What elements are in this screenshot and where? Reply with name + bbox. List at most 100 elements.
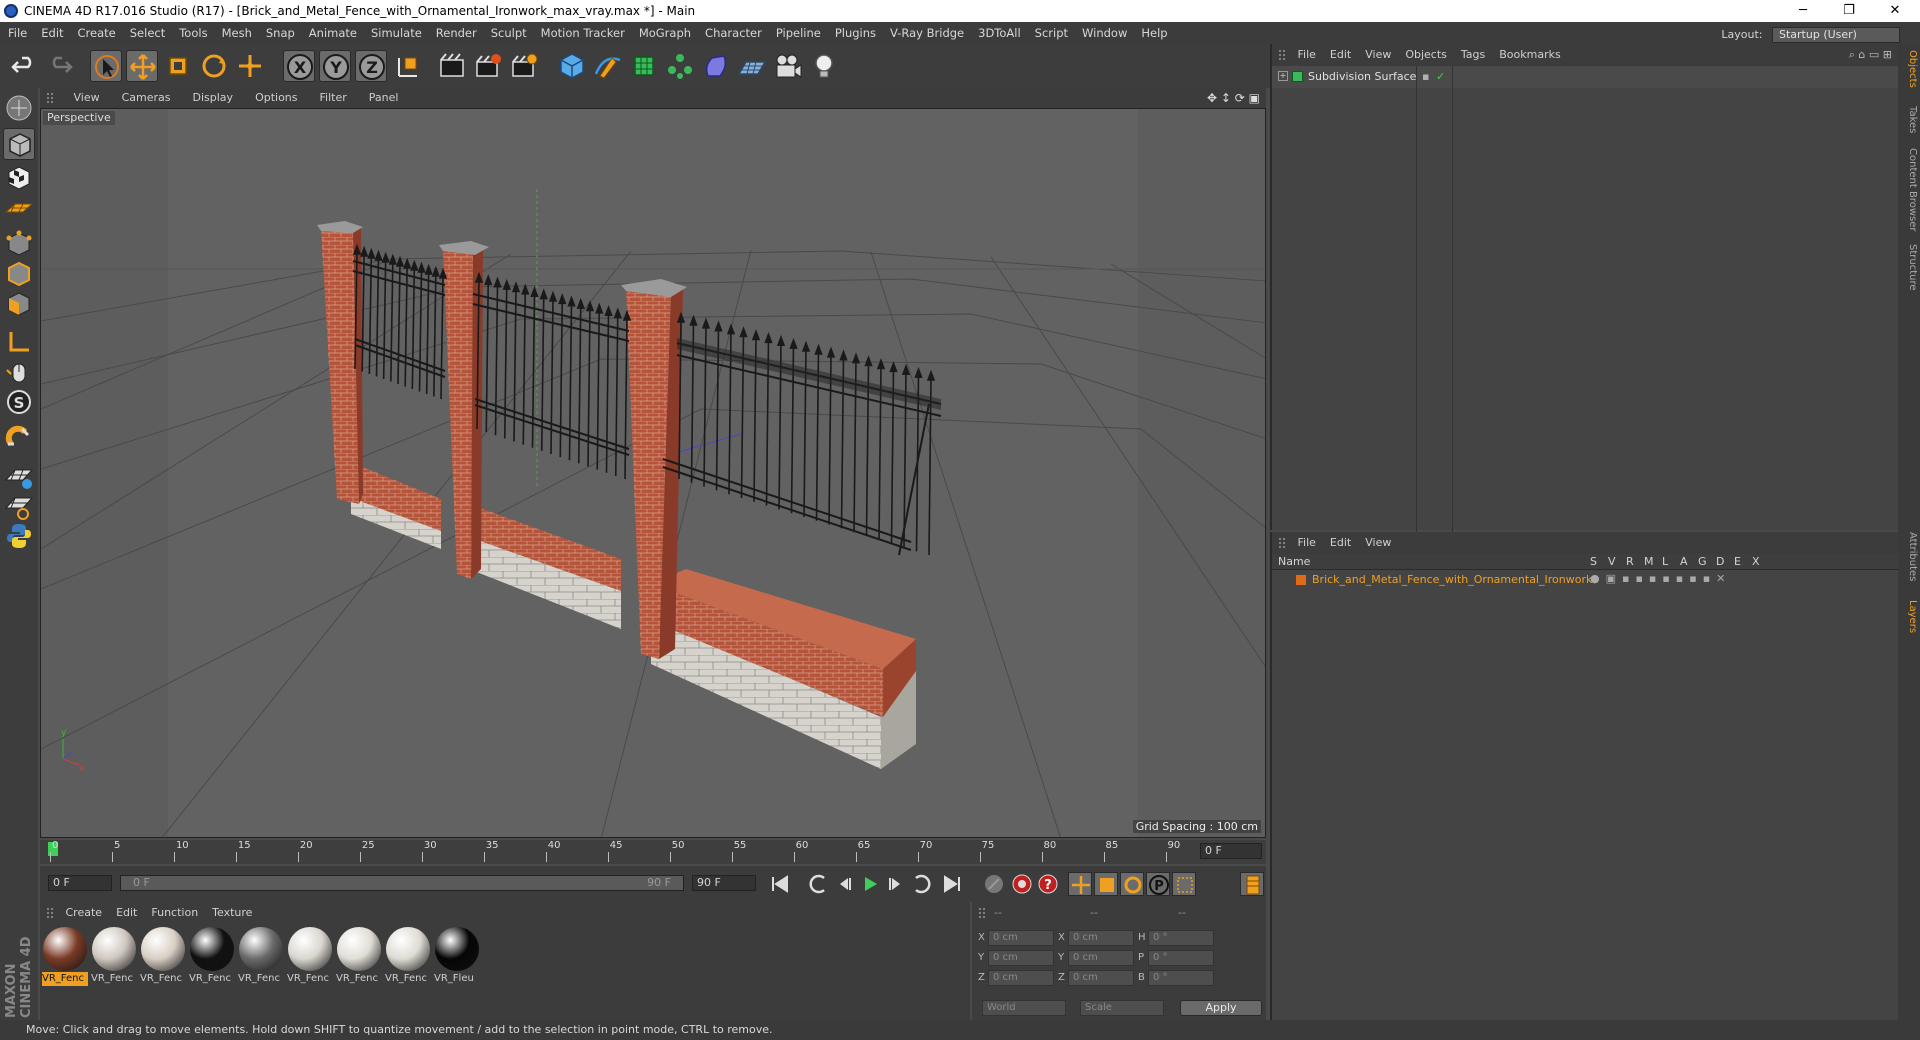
end-frame-field[interactable]: 90 F xyxy=(692,875,756,891)
layer-col-s[interactable]: S xyxy=(1590,555,1597,568)
play-icon[interactable] xyxy=(858,872,882,896)
snap-icon[interactable]: S xyxy=(3,386,35,418)
objects-menu-edit[interactable]: Edit xyxy=(1330,48,1351,61)
objects-menu-file[interactable]: File xyxy=(1298,48,1316,61)
go-to-start-icon[interactable] xyxy=(768,872,792,896)
frame-range-slider[interactable]: 0 F 90 F xyxy=(120,875,684,891)
material-menu-function[interactable]: Function xyxy=(151,906,198,919)
floor-icon[interactable] xyxy=(736,50,768,82)
record-keys-icon[interactable] xyxy=(982,872,1006,896)
layer-name[interactable]: Brick_and_Metal_Fence_with_Ornamental_Ir… xyxy=(1312,573,1592,586)
z-axis-icon[interactable]: Z xyxy=(355,50,387,82)
layer-col-l[interactable]: L xyxy=(1662,555,1668,568)
scale-icon[interactable] xyxy=(162,50,194,82)
keyframe-selection-icon[interactable]: ? xyxy=(1036,872,1060,896)
objects-menu-view[interactable]: View xyxy=(1365,48,1391,61)
material-swatch[interactable]: VR_Fenc xyxy=(238,926,284,986)
material-swatch[interactable]: VR_Fenc xyxy=(385,926,431,986)
layer-col-v[interactable]: V xyxy=(1608,555,1616,568)
menu-edit[interactable]: Edit xyxy=(41,26,63,40)
make-editable-icon[interactable] xyxy=(3,92,35,124)
select-icon[interactable] xyxy=(90,50,122,82)
current-frame-field[interactable]: 0 F xyxy=(1200,843,1262,859)
apply-button[interactable]: Apply xyxy=(1180,1000,1262,1016)
coord-value-field[interactable]: 0 cm xyxy=(988,950,1054,966)
timeline-window-icon[interactable] xyxy=(1240,872,1264,896)
viewport-navigation-icons[interactable]: ✥ ↕ ⟳ ▣ xyxy=(1207,88,1260,108)
model-mode-icon[interactable] xyxy=(3,128,35,160)
start-frame-field[interactable]: 0 F xyxy=(48,875,112,891)
viewport-menu-panel[interactable]: Panel xyxy=(369,91,399,104)
world-dropdown[interactable]: World xyxy=(982,1000,1066,1016)
edit-render-settings-icon[interactable] xyxy=(508,50,540,82)
objects-menu-tags[interactable]: Tags xyxy=(1461,48,1485,61)
material-preview-ball[interactable] xyxy=(141,927,185,971)
undo-icon[interactable] xyxy=(8,50,40,82)
layer-col-m[interactable]: M xyxy=(1644,555,1654,568)
menu-simulate[interactable]: Simulate xyxy=(371,26,422,40)
menu-help[interactable]: Help xyxy=(1141,26,1167,40)
menu-mograph[interactable]: MoGraph xyxy=(639,26,691,40)
coord-value-field[interactable]: 0 cm xyxy=(988,930,1054,946)
edges-mode-icon[interactable] xyxy=(3,258,35,290)
layer-col-e[interactable]: E xyxy=(1734,555,1741,568)
tab-content-browser[interactable]: Content Browser xyxy=(1900,148,1918,231)
previous-key-icon[interactable] xyxy=(806,872,830,896)
material-swatch[interactable]: VR_Fenc xyxy=(189,926,235,986)
objects-menu-bookmarks[interactable]: Bookmarks xyxy=(1499,48,1560,61)
locked-workplane-icon[interactable] xyxy=(3,490,35,522)
menu-mesh[interactable]: Mesh xyxy=(222,26,252,40)
menu-tools[interactable]: Tools xyxy=(179,26,207,40)
coord-value-field[interactable]: 0 cm xyxy=(988,970,1054,986)
texture-mode-icon[interactable] xyxy=(3,162,35,194)
layers-menu-edit[interactable]: Edit xyxy=(1330,536,1351,549)
cube-icon[interactable] xyxy=(556,50,588,82)
menu-create[interactable]: Create xyxy=(78,26,116,40)
menu-pipeline[interactable]: Pipeline xyxy=(776,26,821,40)
coord-value-field[interactable]: 0 cm xyxy=(1068,970,1134,986)
objects-menu-objects[interactable]: Objects xyxy=(1405,48,1447,61)
python-icon[interactable] xyxy=(3,520,35,552)
layer-color-swatch[interactable] xyxy=(1296,575,1306,585)
camera-icon[interactable] xyxy=(772,50,804,82)
key-point-level-icon[interactable] xyxy=(1172,872,1196,896)
render-view-icon[interactable] xyxy=(436,50,468,82)
viewport-menu-filter[interactable]: Filter xyxy=(320,91,347,104)
coordinate-system-icon[interactable] xyxy=(393,50,425,82)
menu-render[interactable]: Render xyxy=(436,26,477,40)
layers-menu-view[interactable]: View xyxy=(1365,536,1391,549)
menu-select[interactable]: Select xyxy=(130,26,165,40)
viewport-menu-options[interactable]: Options xyxy=(255,91,297,104)
material-menu-texture[interactable]: Texture xyxy=(212,906,252,919)
menu-script[interactable]: Script xyxy=(1035,26,1068,40)
key-parameter-icon[interactable]: P xyxy=(1146,872,1170,896)
menu-vray-bridge[interactable]: V-Ray Bridge xyxy=(890,26,964,40)
coord-value-field[interactable]: 0 ° xyxy=(1148,930,1214,946)
layer-flags[interactable]: ●▣▪▪▪▪▪▪▪✕ xyxy=(1590,572,1731,585)
material-swatch[interactable]: VR_Fenc xyxy=(91,926,137,986)
viewport-menu-cameras[interactable]: Cameras xyxy=(122,91,171,104)
material-swatch[interactable]: VR_Fenc xyxy=(336,926,382,986)
menu-file[interactable]: File xyxy=(8,26,27,40)
tweak-mode-icon[interactable] xyxy=(3,356,35,388)
menu-character[interactable]: Character xyxy=(705,26,762,40)
tab-attributes[interactable]: Attributes xyxy=(1900,532,1918,581)
object-manager-tool-icons[interactable]: ⌕ ⌂ ▭ ⊞ xyxy=(1849,44,1892,66)
perspective-viewport[interactable]: y x Perspective Grid Spacing : 100 cm xyxy=(40,108,1266,838)
workplane-icon[interactable] xyxy=(3,460,35,492)
tab-layers[interactable]: Layers xyxy=(1900,600,1918,633)
visibility-toggles[interactable]: ▪ xyxy=(1422,66,1429,88)
menu-plugins[interactable]: Plugins xyxy=(835,26,876,40)
timeline-ruler[interactable]: 0 5 10 15 20 25 30 35 40 45 50 55 60 65 70 75 80 85 90 0 F xyxy=(40,840,1266,864)
coord-value-field[interactable]: 0 ° xyxy=(1148,970,1214,986)
material-preview-ball[interactable] xyxy=(337,927,381,971)
menu-snap[interactable]: Snap xyxy=(266,26,295,40)
key-scale-icon[interactable] xyxy=(1094,872,1118,896)
menu-motion-tracker[interactable]: Motion Tracker xyxy=(541,26,625,40)
object-name[interactable]: Subdivision Surface xyxy=(1308,66,1416,88)
minimize-button[interactable]: ─ xyxy=(1780,0,1826,22)
close-button[interactable]: ✕ xyxy=(1872,0,1918,22)
material-menu-edit[interactable]: Edit xyxy=(116,906,137,919)
object-row[interactable]: + Subdivision Surface ▪ ✓ xyxy=(1272,66,1900,552)
material-preview-ball[interactable] xyxy=(288,927,332,971)
